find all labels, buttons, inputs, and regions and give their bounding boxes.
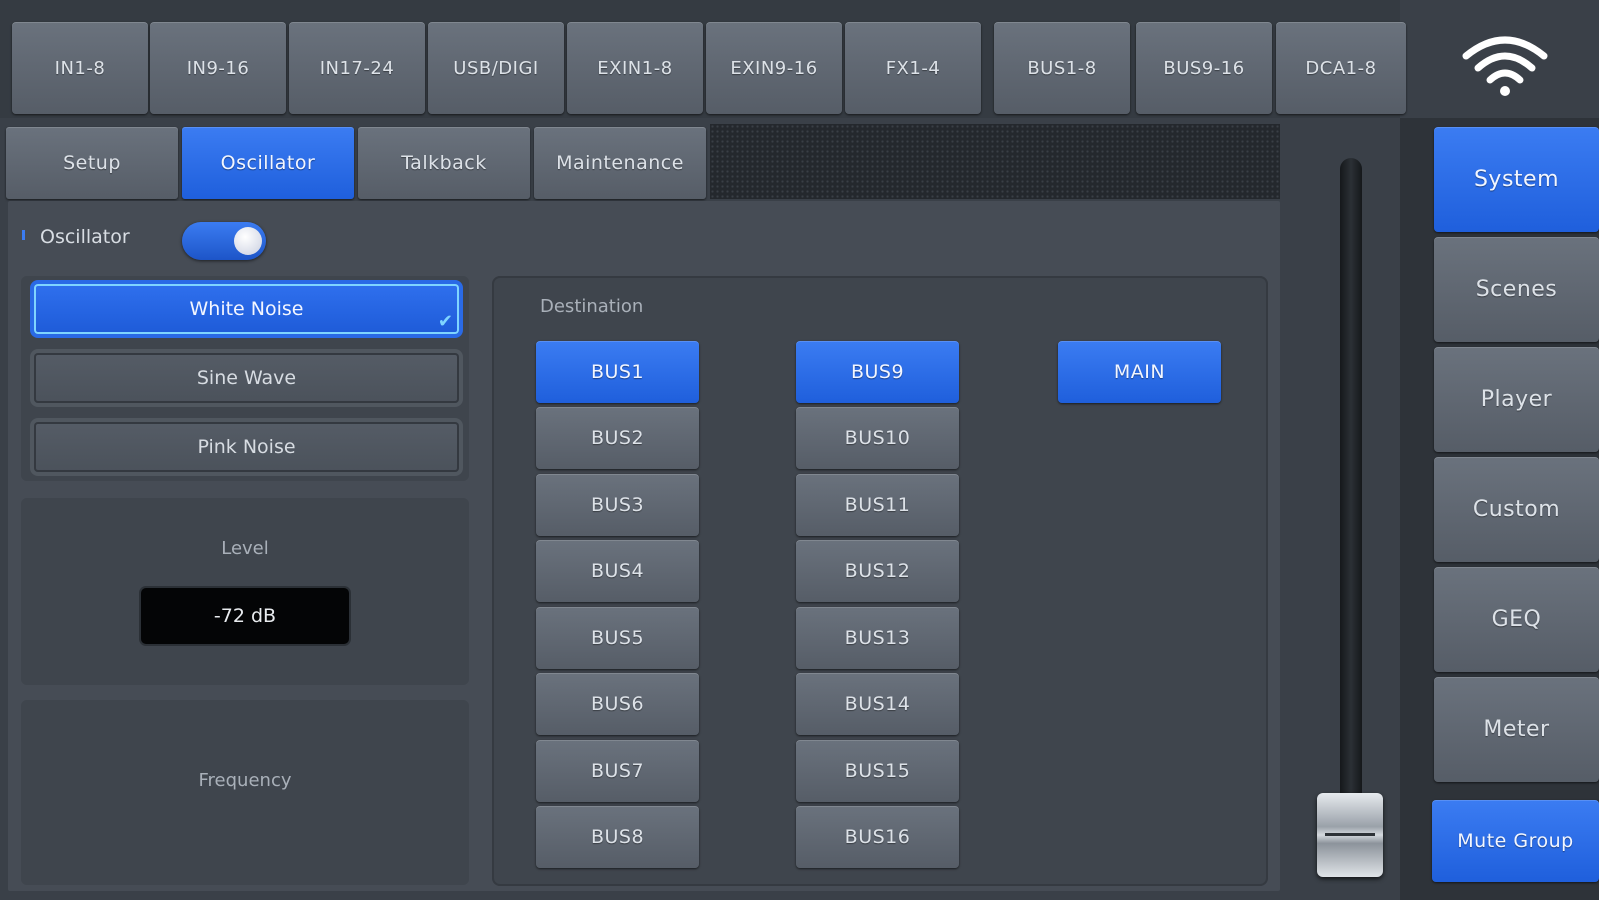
wave-option-white-noise[interactable]: White Noise ✔ [34, 284, 459, 334]
wave-option-label: Pink Noise [197, 436, 296, 458]
toggle-knob [234, 227, 262, 255]
dest-bus12[interactable]: BUS12 [796, 540, 959, 602]
wave-option-label: White Noise [189, 298, 304, 320]
fader-track[interactable] [1340, 158, 1362, 848]
level-value-display[interactable]: -72 dB [141, 588, 349, 644]
oscillator-indicator [22, 230, 25, 240]
tab-usb-digi[interactable]: USB/DIGI [428, 22, 564, 114]
mute-group-button[interactable]: Mute Group [1432, 800, 1599, 882]
tab-exin1-8[interactable]: EXIN1-8 [567, 22, 703, 114]
nav-meter[interactable]: Meter [1434, 677, 1599, 782]
tab-fx1-4[interactable]: FX1-4 [845, 22, 981, 114]
level-section: Level -72 dB [21, 498, 469, 685]
dest-bus10[interactable]: BUS10 [796, 407, 959, 469]
tab-bus9-16[interactable]: BUS9-16 [1136, 22, 1272, 114]
wifi-icon [1462, 36, 1548, 96]
level-label: Level [221, 538, 269, 559]
nav-geq[interactable]: GEQ [1434, 567, 1599, 672]
wave-option-label: Sine Wave [196, 367, 297, 389]
oscillator-label: Oscillator [40, 226, 130, 248]
dest-bus13[interactable]: BUS13 [796, 607, 959, 669]
dest-bus16[interactable]: BUS16 [796, 806, 959, 868]
wave-option-sine-wave[interactable]: Sine Wave [34, 353, 459, 403]
channel-tab-bar: IN1-8 IN9-16 IN17-24 USB/DIGI EXIN1-8 EX… [0, 0, 1406, 118]
tab-oscillator[interactable]: Oscillator [182, 127, 354, 199]
decorative-grille [710, 124, 1280, 199]
dest-bus3[interactable]: BUS3 [536, 474, 699, 536]
tab-in1-8[interactable]: IN1-8 [12, 22, 148, 114]
dest-bus1[interactable]: BUS1 [536, 341, 699, 403]
dest-bus2[interactable]: BUS2 [536, 407, 699, 469]
nav-system[interactable]: System [1434, 127, 1599, 232]
fader-handle[interactable] [1317, 793, 1383, 877]
tab-maintenance[interactable]: Maintenance [534, 127, 706, 199]
dest-bus8[interactable]: BUS8 [536, 806, 699, 868]
dest-bus14[interactable]: BUS14 [796, 673, 959, 735]
frequency-label: Frequency [198, 770, 292, 791]
tab-talkback[interactable]: Talkback [358, 127, 530, 199]
dest-bus11[interactable]: BUS11 [796, 474, 959, 536]
tab-in9-16[interactable]: IN9-16 [150, 22, 286, 114]
nav-scenes[interactable]: Scenes [1434, 237, 1599, 342]
dest-bus6[interactable]: BUS6 [536, 673, 699, 735]
check-icon: ✔ [437, 311, 453, 332]
tab-dca1-8[interactable]: DCA1-8 [1276, 22, 1406, 114]
frequency-section: Frequency [21, 700, 469, 885]
dest-main[interactable]: MAIN [1058, 341, 1221, 403]
tab-bus1-8[interactable]: BUS1-8 [994, 22, 1130, 114]
oscillator-toggle[interactable] [182, 222, 266, 260]
destination-label: Destination [540, 296, 644, 317]
tab-setup[interactable]: Setup [6, 127, 178, 199]
dest-bus9[interactable]: BUS9 [796, 341, 959, 403]
dest-bus15[interactable]: BUS15 [796, 740, 959, 802]
nav-player[interactable]: Player [1434, 347, 1599, 452]
dest-bus4[interactable]: BUS4 [536, 540, 699, 602]
tab-in17-24[interactable]: IN17-24 [289, 22, 425, 114]
nav-custom[interactable]: Custom [1434, 457, 1599, 562]
dest-bus5[interactable]: BUS5 [536, 607, 699, 669]
dest-bus7[interactable]: BUS7 [536, 740, 699, 802]
wave-option-pink-noise[interactable]: Pink Noise [34, 422, 459, 472]
tab-exin9-16[interactable]: EXIN9-16 [706, 22, 842, 114]
